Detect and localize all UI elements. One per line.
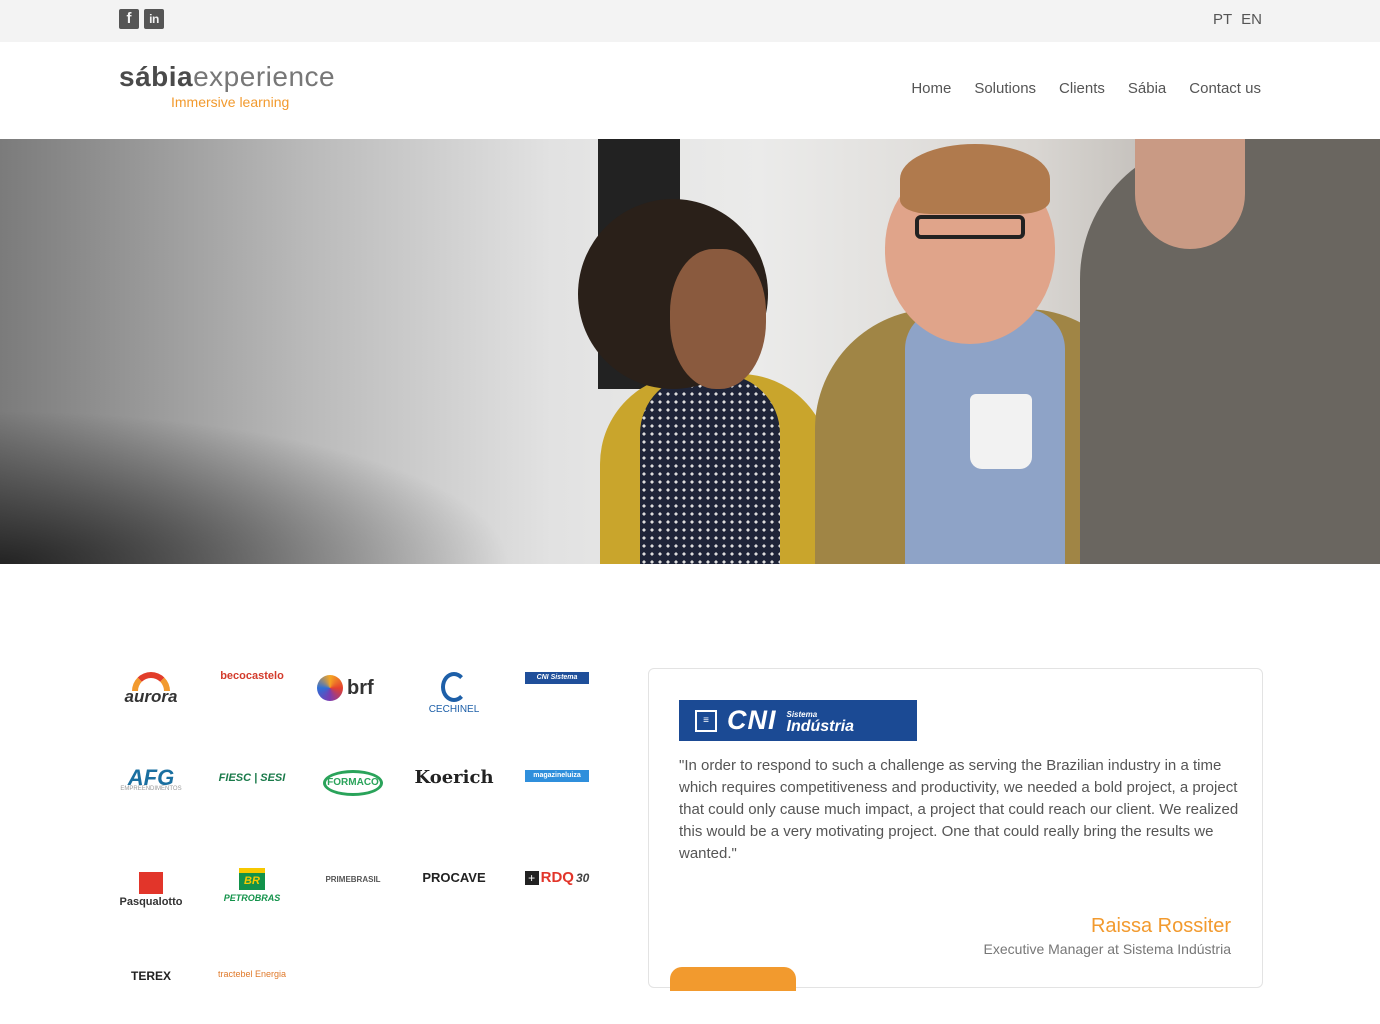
client-logo-becocastelo[interactable]: becocastelo — [216, 668, 288, 724]
facebook-icon[interactable]: f — [119, 9, 139, 29]
orange-action-button[interactable] — [670, 967, 796, 991]
logo-wordmark: sábiaexperience — [119, 60, 335, 94]
lang-pt-link[interactable]: PT — [1213, 11, 1232, 28]
client-logo-afg[interactable]: AFG EMPREENDIMENTOS — [115, 767, 187, 826]
testimonial-client-logo: ≡ CNI Sistema Indústria — [679, 700, 917, 741]
client-logo-cechinel[interactable]: CECHINEL — [418, 672, 490, 728]
client-logo-aurora[interactable]: aurora — [115, 672, 187, 728]
testimonial-author: Raissa Rossiter — [1090, 915, 1231, 937]
client-logo-rdq[interactable]: + RDQ 30 — [521, 870, 593, 926]
testimonial-quote: "In order to respond to such a challenge… — [679, 757, 1239, 862]
logo-brand-bold: sábia — [119, 61, 194, 92]
client-logo-cni[interactable]: CNI Sistema Indústria — [521, 672, 593, 728]
client-logo-koerich[interactable]: Koerich — [414, 769, 493, 826]
client-logo-petrobras[interactable]: BR PETROBRAS — [216, 868, 288, 924]
nav-solutions[interactable]: Solutions — [974, 80, 1036, 97]
testimonial-card: ≡ CNI Sistema Indústria "In order to res… — [648, 668, 1263, 988]
nav-clients[interactable]: Clients — [1059, 80, 1105, 97]
logo-tagline: Immersive learning — [171, 94, 290, 110]
logo-brand-light: experience — [193, 61, 336, 92]
brf-ball-icon — [317, 675, 343, 701]
client-logo-magazineluiza[interactable]: magazineluiza — [521, 770, 593, 826]
client-logo-procave[interactable]: PROCAVE — [418, 870, 490, 926]
nav-contact-us[interactable]: Contact us — [1189, 80, 1261, 97]
cechinel-c-icon — [441, 672, 467, 702]
site-logo[interactable]: sábiaexperience Immersive learning — [119, 60, 335, 110]
linkedin-icon[interactable]: in — [144, 9, 164, 29]
client-logo-primebrasil[interactable]: PRIMEBRASIL — [317, 872, 389, 928]
client-logo-brf[interactable]: brf — [317, 672, 389, 704]
pasqualotto-mark-icon — [139, 872, 163, 894]
client-logo-tractebel[interactable]: tractebel Energia — [216, 966, 288, 1022]
testimonial-role: Executive Manager at Sistema Indústria — [983, 941, 1231, 957]
client-logo-pasqualotto[interactable]: Pasqualotto — [115, 872, 187, 928]
lang-en-link[interactable]: EN — [1241, 11, 1262, 28]
nav-home[interactable]: Home — [911, 80, 951, 97]
client-logo-formaco[interactable]: FORMACO — [317, 770, 389, 826]
language-switcher: PT EN — [1213, 11, 1262, 28]
top-bar: f in PT EN — [0, 0, 1380, 42]
hero-image — [0, 139, 1380, 564]
client-logo-fiesc-sesi[interactable]: FIESC | SESI — [216, 770, 288, 826]
social-links: f in — [119, 9, 164, 29]
site-header: sábiaexperience Immersive learning Home … — [0, 42, 1380, 139]
petrobras-br-icon: BR — [239, 868, 265, 890]
rdq-plus-icon: + — [524, 871, 539, 885]
main-nav: Home Solutions Clients Sábia Contact us — [911, 80, 1261, 97]
nav-sabia[interactable]: Sábia — [1128, 80, 1166, 97]
client-logo-terex[interactable]: TEREX — [115, 968, 187, 1024]
cni-emblem-icon: ≡ — [695, 709, 717, 732]
